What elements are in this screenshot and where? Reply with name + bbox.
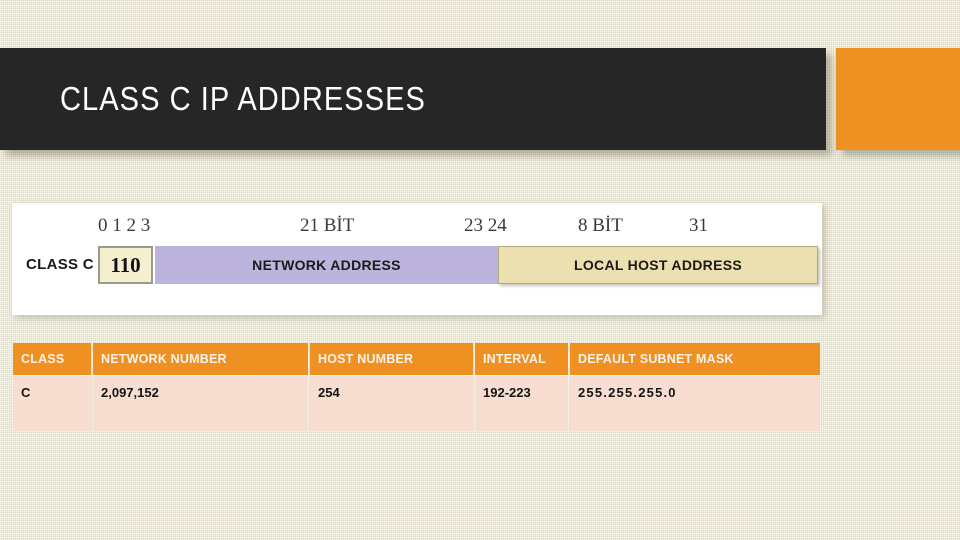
header-default-subnet-mask: DEFAULT SUBNET MASK: [570, 343, 820, 375]
bit-label-2: 23 24: [464, 215, 507, 237]
header-network-number: NETWORK NUMBER: [93, 343, 308, 375]
ip-address-format-diagram: 0 1 2 3 21 BİT 23 24 8 BİT 31 CLASS C 11…: [12, 203, 822, 315]
title-banner: CLASS C IP ADDRESSES: [0, 48, 826, 150]
header-host-number: HOST NUMBER: [310, 343, 473, 375]
table-header-row: CLASS NETWORK NUMBER HOST NUMBER INTERVA…: [13, 343, 820, 375]
header-interval: INTERVAL: [475, 343, 568, 375]
cell-default-subnet-mask: 255.255.255.0: [570, 377, 820, 431]
cell-class: C: [13, 377, 91, 431]
cell-interval: 192-223: [475, 377, 568, 431]
accent-block: [836, 48, 960, 150]
bit-label-0: 0 1 2 3: [98, 215, 150, 237]
bit-label-3: 8 BİT: [578, 215, 623, 237]
cell-network-number: 2,097,152: [93, 377, 308, 431]
diagram-class-caption: CLASS C: [26, 256, 94, 273]
address-bar: 110 NETWORK ADDRESS LOCAL HOST ADDRESS: [98, 246, 808, 284]
table-row: C 2,097,152 254 192-223 255.255.255.0: [13, 377, 820, 431]
cell-host-number: 254: [310, 377, 473, 431]
segment-local-host-address: LOCAL HOST ADDRESS: [498, 246, 818, 284]
class-c-summary-table: CLASS NETWORK NUMBER HOST NUMBER INTERVA…: [11, 341, 822, 433]
bit-label-1: 21 BİT: [300, 215, 354, 237]
segment-leading-bits: 110: [98, 246, 153, 284]
page-title: CLASS C IP ADDRESSES: [60, 80, 426, 118]
segment-network-address: NETWORK ADDRESS: [155, 246, 498, 284]
header-class: CLASS: [13, 343, 91, 375]
bit-label-4: 31: [689, 215, 708, 237]
